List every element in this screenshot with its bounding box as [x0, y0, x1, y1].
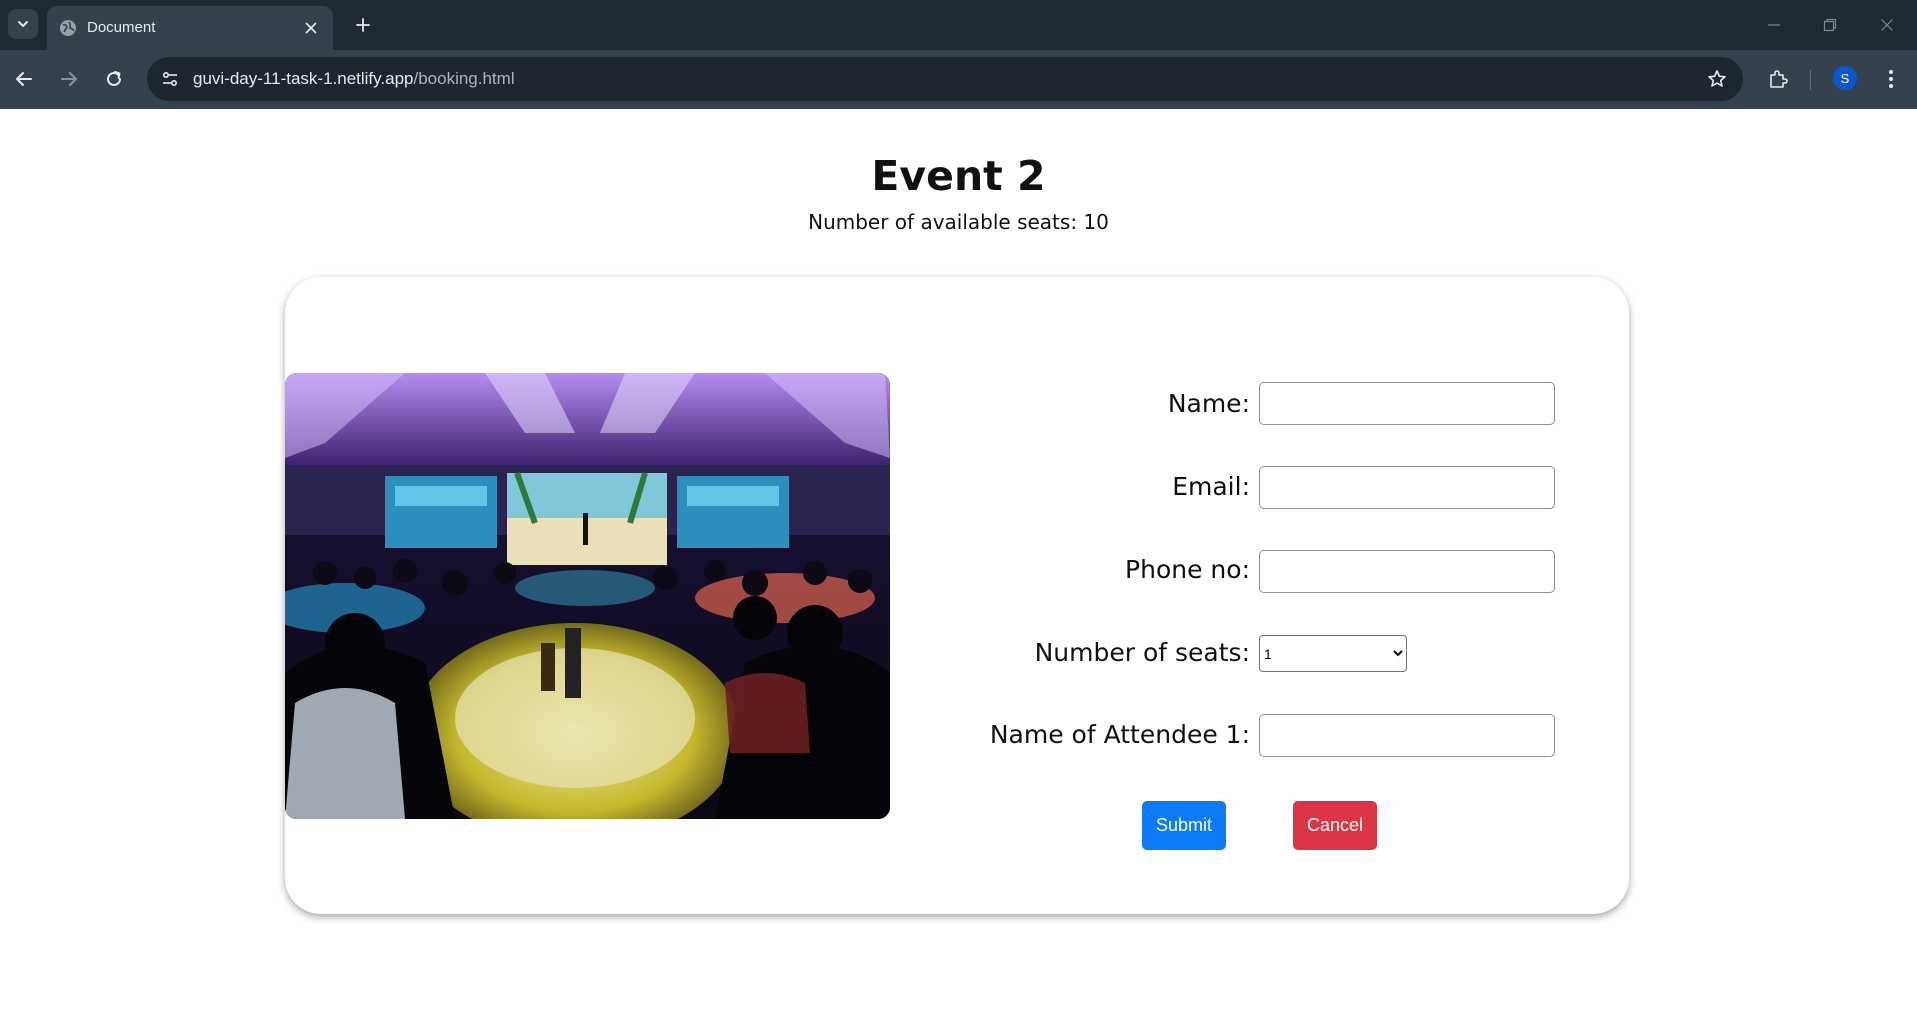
tune-icon [162, 71, 178, 87]
reload-icon [107, 71, 121, 86]
restore-icon [1823, 18, 1837, 32]
arrow-right-icon [61, 72, 77, 86]
cancel-button[interactable]: Cancel [1293, 801, 1377, 850]
url-text: guvi-day-11-task-1.netlify.app/booking.h… [193, 69, 515, 89]
profile-avatar[interactable]: S [1833, 66, 1857, 90]
email-label: Email: [1172, 472, 1250, 501]
chevron-down-icon [18, 21, 28, 27]
extensions-button[interactable] [1763, 64, 1793, 94]
browser-toolbar: guvi-day-11-task-1.netlify.app/booking.h… [0, 50, 1917, 109]
minimize-button[interactable] [1762, 13, 1786, 37]
tab-close-button[interactable] [301, 18, 321, 38]
seats-label: Number of seats: [1034, 638, 1250, 667]
attendee-name-input[interactable] [1259, 714, 1555, 757]
reload-button[interactable] [99, 64, 129, 94]
booking-card [285, 277, 1629, 914]
browser-menu-button[interactable] [1876, 64, 1906, 94]
submit-button[interactable]: Submit [1142, 801, 1226, 850]
phone-label: Phone no: [1125, 555, 1250, 584]
tab-title: Document [87, 19, 156, 36]
plus-icon [356, 18, 370, 32]
site-info-button[interactable] [157, 66, 183, 92]
minimize-icon [1768, 24, 1780, 26]
tab-search-button[interactable] [8, 9, 38, 39]
new-tab-button[interactable] [350, 12, 376, 38]
attendee-label: Name of Attendee 1: [989, 720, 1250, 749]
name-label: Name: [1167, 389, 1250, 418]
page-content: Event 2 Number of available seats: 10 Na… [0, 109, 1917, 1017]
name-input[interactable] [1259, 382, 1555, 425]
browser-tabstrip: Document [0, 0, 1917, 50]
window-close-button[interactable] [1875, 13, 1899, 37]
star-icon [1708, 70, 1726, 87]
email-input[interactable] [1259, 466, 1555, 509]
close-icon [1881, 19, 1893, 31]
url-path: /booking.html [413, 69, 515, 88]
restore-button[interactable] [1818, 13, 1842, 37]
phone-input[interactable] [1259, 550, 1555, 593]
close-icon [305, 22, 317, 34]
url-host: guvi-day-11-task-1.netlify.app [193, 69, 414, 88]
globe-icon [60, 20, 76, 36]
back-button[interactable] [9, 64, 39, 94]
browser-tab-active[interactable]: Document [47, 6, 333, 50]
arrow-left-icon [16, 72, 32, 86]
available-seats-text: Number of available seats: 10 [808, 210, 1109, 234]
address-bar[interactable]: guvi-day-11-task-1.netlify.app/booking.h… [147, 57, 1743, 101]
toolbar-divider [1810, 70, 1811, 90]
more-vertical-icon [1889, 70, 1893, 88]
puzzle-icon [1770, 70, 1788, 88]
bookmark-button[interactable] [1705, 67, 1729, 91]
page-title: Event 2 [871, 152, 1046, 200]
seats-select[interactable]: 1 [1259, 635, 1407, 672]
event-photo [285, 373, 890, 819]
event-hall-image [285, 373, 890, 819]
forward-button[interactable] [54, 64, 84, 94]
